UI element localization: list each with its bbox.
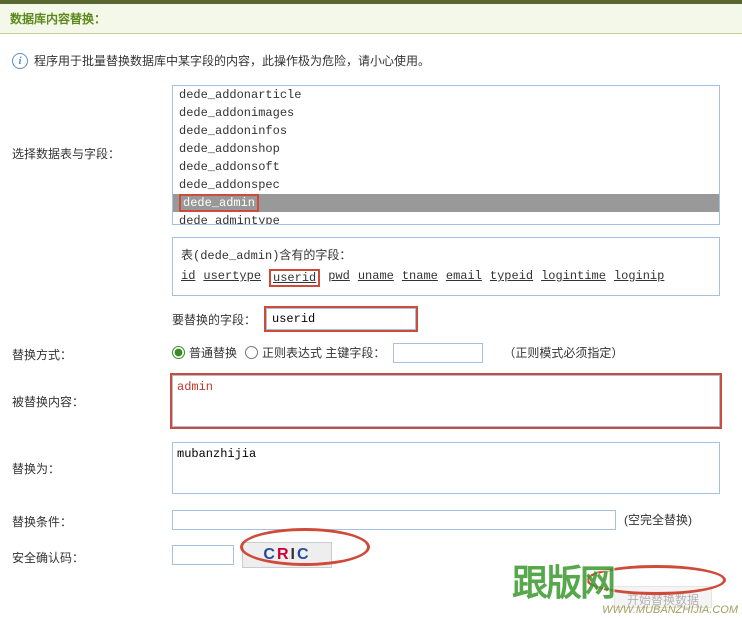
condition-note: (空完全替换): [624, 511, 692, 528]
table-listbox[interactable]: dede_addonarticledede_addonimagesdede_ad…: [172, 85, 720, 225]
captcha-image[interactable]: CRIC: [242, 542, 332, 568]
listbox-item[interactable]: dede_admintype: [173, 212, 719, 225]
primary-key-input[interactable]: [393, 343, 483, 363]
field-link[interactable]: pwd: [328, 269, 350, 287]
captcha-input[interactable]: [172, 545, 234, 565]
field-link[interactable]: userid: [269, 269, 320, 287]
page-title: 数据库内容替换：: [0, 4, 742, 34]
replace-field-input[interactable]: [266, 308, 416, 330]
fields-caption: 表(dede_admin)含有的字段：: [181, 246, 711, 263]
label-target: 替换为：: [12, 442, 172, 477]
field-link[interactable]: loginip: [614, 269, 664, 287]
field-link[interactable]: typeid: [490, 269, 533, 287]
info-icon: i: [12, 53, 28, 69]
label-replace-field: 要替换的字段：: [172, 311, 256, 328]
label-source: 被替换内容：: [12, 375, 172, 410]
field-link[interactable]: usertype: [203, 269, 261, 287]
fields-box: 表(dede_admin)含有的字段： id usertype userid pwdu…: [172, 237, 720, 296]
radio-normal-input[interactable]: [172, 346, 185, 359]
label-captcha: 安全确认码：: [12, 545, 172, 566]
listbox-item[interactable]: dede_addonarticle: [173, 86, 719, 104]
info-text: 程序用于批量替换数据库中某字段的内容，此操作极为危险，请小心使用。: [34, 52, 430, 69]
listbox-item[interactable]: dede_addonsoft: [173, 158, 719, 176]
radio-regex-input[interactable]: [245, 346, 258, 359]
field-link[interactable]: logintime: [541, 269, 606, 287]
listbox-item[interactable]: dede_admin: [173, 194, 719, 212]
field-link[interactable]: id: [181, 269, 195, 287]
listbox-item[interactable]: dede_addonimages: [173, 104, 719, 122]
source-content-textarea[interactable]: [172, 375, 720, 427]
submit-button[interactable]: 开始替换数据: [614, 586, 712, 608]
target-content-textarea[interactable]: [172, 442, 720, 494]
label-table-select: 选择数据表与字段：: [12, 85, 172, 162]
listbox-item[interactable]: dede_addonshop: [173, 140, 719, 158]
regex-note: （正则模式必须指定）: [503, 344, 623, 361]
radio-normal[interactable]: 普通替换: [172, 344, 237, 361]
field-link[interactable]: tname: [402, 269, 438, 287]
label-condition: 替换条件：: [12, 509, 172, 530]
field-link[interactable]: email: [446, 269, 482, 287]
listbox-item[interactable]: dede_addoninfos: [173, 122, 719, 140]
condition-input[interactable]: [172, 510, 616, 530]
field-link[interactable]: uname: [358, 269, 394, 287]
listbox-item[interactable]: dede_addonspec: [173, 176, 719, 194]
label-replace-mode: 替换方式：: [12, 342, 172, 363]
radio-regex[interactable]: 正则表达式 主键字段：: [245, 344, 385, 361]
